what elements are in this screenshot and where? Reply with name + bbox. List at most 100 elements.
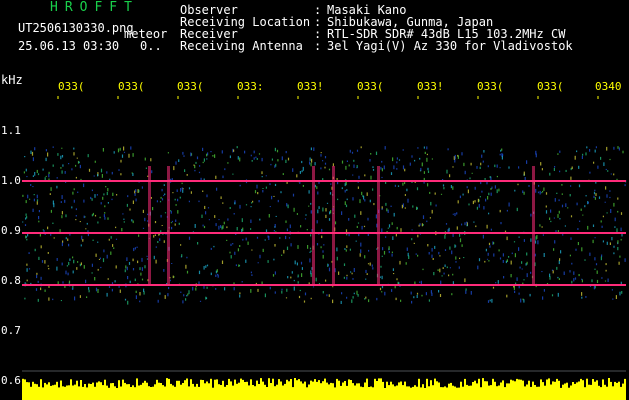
noise-speck [175,161,177,165]
noise-speck [439,255,441,257]
noise-speck [49,193,51,195]
noise-speck [487,165,489,168]
noise-speck [372,188,374,191]
amplitude-strip [22,370,626,400]
amplitude-bar [328,384,330,400]
noise-speck [218,219,220,221]
noise-speck [610,209,612,213]
noise-speck [621,291,623,294]
noise-speck [454,154,456,159]
noise-speck [409,162,411,166]
noise-speck [506,236,508,241]
noise-speck [370,175,372,180]
noise-speck [182,190,184,193]
noise-speck [52,164,54,167]
noise-speck [320,154,322,157]
amplitude-bar [200,379,202,400]
noise-speck [68,243,70,247]
noise-speck [452,166,454,168]
noise-speck [420,280,422,285]
noise-speck [301,273,303,277]
noise-speck [155,246,157,248]
noise-speck [227,218,229,221]
amplitude-bar [114,386,116,400]
noise-speck [502,260,504,263]
amplitude-bar [288,381,290,400]
amplitude-bar [550,384,552,400]
noise-speck [309,161,311,165]
noise-speck [212,155,214,157]
noise-speck [363,195,365,200]
noise-speck [97,221,99,224]
noise-speck [65,237,67,240]
noise-speck [477,265,479,270]
noise-speck [318,206,320,209]
noise-speck [554,166,556,168]
noise-speck [98,258,101,260]
amplitude-bar [408,386,410,400]
noise-speck [464,222,466,226]
amplitude-bar [268,378,270,400]
noise-speck [602,240,604,243]
noise-speck [234,251,236,255]
noise-speck [381,275,383,280]
noise-speck [356,225,358,228]
noise-speck [230,243,232,246]
noise-speck [486,182,488,185]
amplitude-bar [120,386,122,400]
amplitude-bar [172,385,174,400]
noise-speck [102,196,104,200]
noise-speck [449,174,451,178]
noise-speck [523,279,525,281]
noise-speck [85,228,87,230]
noise-speck [35,288,38,291]
amplitude-bar [292,387,294,400]
noise-speck [33,194,35,196]
noise-speck [466,224,468,227]
noise-speck [244,150,246,154]
noise-speck [300,261,303,265]
amplitude-bar [40,379,42,400]
amplitude-bar [596,380,598,400]
noise-speck [316,243,319,246]
noise-speck [447,148,449,151]
noise-speck [67,272,69,276]
amplitude-bar [570,385,572,400]
noise-speck [29,198,31,200]
noise-speck [25,217,27,220]
noise-speck [164,295,166,299]
noise-speck [87,154,89,158]
noise-speck [456,212,458,215]
noise-speck [393,273,395,275]
noise-speck [24,224,27,226]
noise-speck [480,162,482,166]
noise-speck [286,228,288,232]
noise-speck [329,211,331,215]
noise-speck [74,296,76,301]
amplitude-bar [532,381,534,400]
noise-speck [120,173,122,176]
noise-speck [256,184,258,189]
amplitude-bar [26,382,28,400]
meteor-streak [532,166,535,286]
noise-speck [350,271,352,273]
noise-speck [233,282,235,285]
noise-speck [484,260,486,263]
noise-speck [595,263,598,266]
noise-speck [52,298,54,301]
noise-speck [607,170,609,172]
noise-speck [203,158,205,162]
amplitude-bar [152,386,154,400]
amplitude-bar [556,378,558,400]
amplitude-bar [606,386,608,400]
noise-speck [549,276,551,280]
amplitude-bar [450,382,452,400]
noise-speck [421,294,423,297]
noise-speck [559,218,561,220]
noise-speck [391,222,393,225]
noise-speck [479,166,481,169]
noise-speck [582,214,584,216]
noise-speck [557,292,559,297]
noise-speck [320,152,322,154]
noise-speck [175,204,177,206]
